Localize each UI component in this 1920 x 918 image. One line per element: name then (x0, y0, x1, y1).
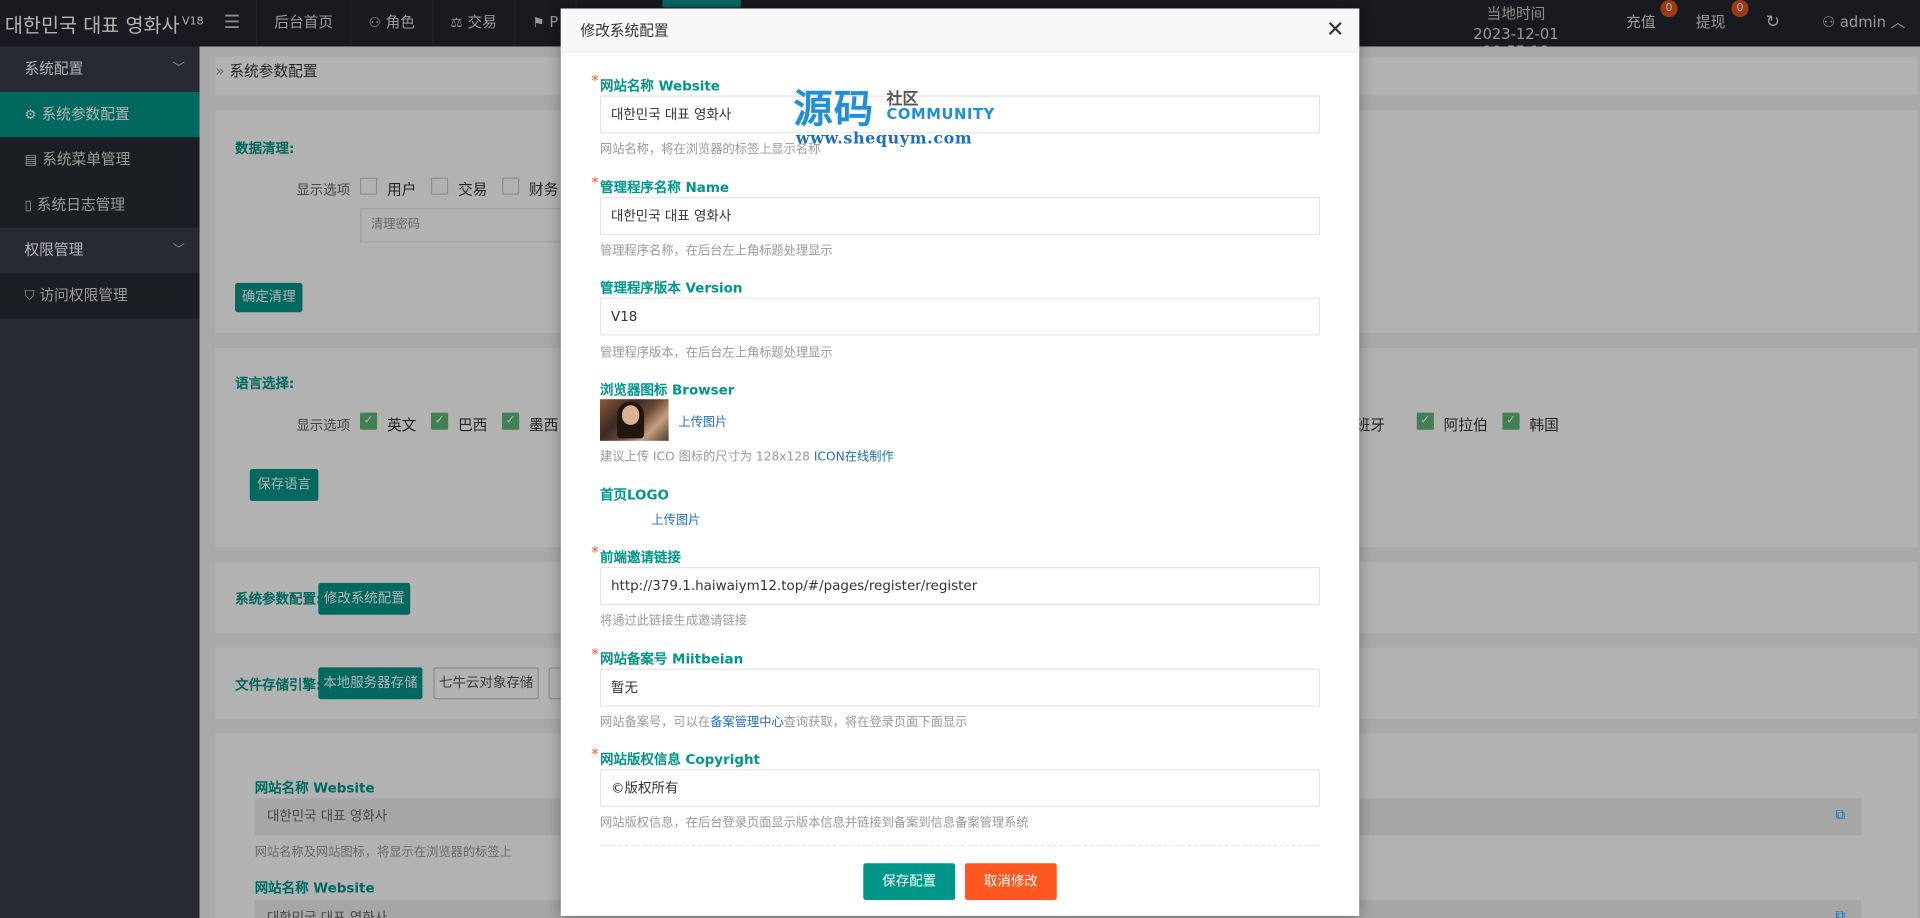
invite-link-hint: 将通过此链接生成邀请链接 (600, 614, 747, 629)
copyright-input[interactable]: ©版权所有 (600, 768, 1321, 807)
beian-label: 网站备案号 Miitbeian (600, 651, 744, 668)
home-logo-upload-link[interactable]: 上传图片 (651, 509, 700, 527)
beian-hint: 网站备案号，可以在备案管理中心查询获取，将在登录页面下面显示 (600, 711, 967, 729)
invite-link-input[interactable]: http://379.1.haiwaiym12.top/#/pages/regi… (600, 566, 1321, 605)
required-mark: * (591, 645, 599, 663)
cancel-edit-button[interactable]: 取消修改 (964, 863, 1057, 901)
copyright-hint: 网站版权信息，在后台登录页面显示版本信息并链接到备案到信息备案管理系统 (600, 816, 1029, 831)
browser-icon-preview (600, 399, 669, 441)
beian-input[interactable]: 暂无 (600, 668, 1321, 707)
watermark-url: www.shequym.com (795, 129, 973, 149)
required-mark: * (591, 745, 599, 763)
beian-center-link[interactable]: 备案管理中心 (710, 716, 783, 729)
browser-icon-upload-link[interactable]: 上传图片 (678, 411, 727, 429)
watermark-logo: 源码 社区 COMMUNITY www.shequym.com (793, 78, 1001, 151)
close-icon[interactable]: ✕ (1326, 9, 1344, 53)
browser-icon-hint-text: 建议上传 ICO 图标的尺寸为 128x128 (600, 450, 814, 465)
required-mark: * (591, 173, 599, 192)
required-mark: * (591, 543, 599, 561)
save-config-button[interactable]: 保存配置 (863, 863, 956, 901)
app-name-hint: 管理程序名称，在后台左上角标题处理显示 (600, 244, 833, 259)
preview-face (622, 405, 640, 425)
website-label: 网站名称 Website (600, 78, 720, 95)
watermark-big: 源码 (793, 85, 875, 133)
app-root: 대한민국 대표 영화사 V18 ☰ 后台首页 ⚇ 角色 ⚖ 交易 ⚑ P 当地时间 20… (0, 0, 1920, 918)
beian-hint-suffix: 查询获取，将在登录页面下面显示 (783, 716, 968, 730)
website-hint: 网站名称，将在浏览器的标签上显示名称 (600, 143, 821, 157)
app-name-label: 管理程序名称 Name (600, 180, 730, 196)
required-mark: * (591, 72, 599, 90)
home-logo-label: 首页LOGO (600, 487, 670, 504)
copyright-label: 网站版权信息 Copyright (600, 751, 761, 768)
app-version-input[interactable]: V18 (600, 297, 1321, 336)
app-name-input[interactable]: 대한민국 대표 영화사 (600, 197, 1321, 236)
watermark-small2: COMMUNITY (886, 105, 995, 123)
modal-divider (600, 844, 1321, 847)
beian-hint-prefix: 网站备案号，可以在 (600, 716, 711, 730)
browser-icon-label: 浏览器图标 Browser (600, 382, 735, 398)
invite-link-label: 前端邀请链接 (600, 549, 681, 566)
browser-icon-hint: 建议上传 ICO 图标的尺寸为 128x128 ICON在线制作 (600, 446, 894, 464)
icon-online-link[interactable]: ICON在线制作 (814, 451, 894, 464)
app-version-hint: 管理程序版本，在后台左上角标题处理显示 (600, 346, 833, 361)
modal-title: 修改系统配置 (580, 22, 669, 40)
app-version-label: 管理程序版本 Version (600, 280, 743, 297)
modal-header: 修改系统配置 ✕ (560, 8, 1360, 53)
